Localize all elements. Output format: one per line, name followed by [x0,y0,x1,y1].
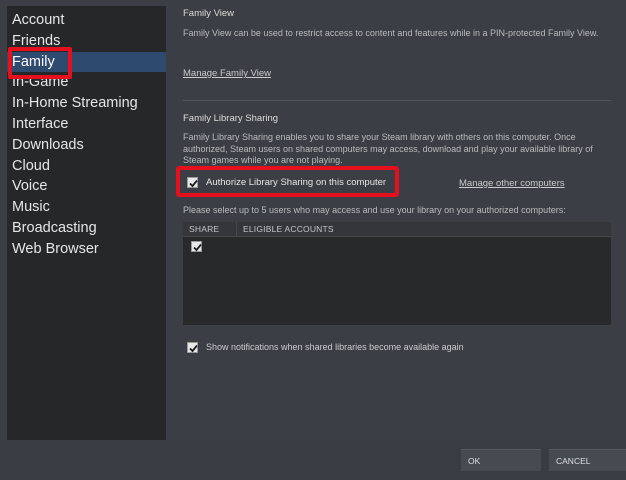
sidebar-item-label: Interface [12,115,69,132]
notifications-label[interactable]: Show notifications when shared libraries… [206,342,464,352]
column-header-eligible-accounts[interactable]: ELIGIBLE ACCOUNTS [243,224,334,234]
sidebar-item-friends[interactable]: Friends [7,31,166,52]
sidebar-item-cloud[interactable]: Cloud [7,156,166,177]
sidebar-item-label: Music [12,199,50,216]
share-checkbox[interactable] [191,241,202,252]
sidebar-item-family[interactable]: Family [7,51,166,73]
sidebar-item-label: Web Browser [12,240,99,257]
manage-other-computers-link[interactable]: Manage other computers [459,178,565,189]
table-header: SHARE ELIGIBLE ACCOUNTS [183,222,611,237]
sidebar-item-in-home-streaming[interactable]: In-Home Streaming [7,93,166,114]
checkmark-icon [189,344,198,353]
sidebar-item-label: Cloud [12,157,50,174]
family-view-title: Family View [183,8,235,19]
sidebar-item-label: Downloads [12,136,84,153]
notifications-checkbox[interactable] [187,342,198,353]
dialog-button-bar: OK CANCEL [0,440,626,480]
sidebar-item-label: In-Game [12,74,69,91]
checkmark-icon [189,179,198,188]
eligible-accounts-table: SHARE ELIGIBLE ACCOUNTS [183,222,611,325]
sidebar-item-interface[interactable]: Interface [7,114,166,135]
sidebar-item-label: In-Home Streaming [12,95,138,112]
library-sharing-title: Family Library Sharing [183,113,279,124]
column-separator [236,222,237,237]
cancel-button[interactable]: CANCEL [549,449,626,471]
sidebar-item-label: Broadcasting [12,219,97,236]
sidebar-item-account[interactable]: Account [7,10,166,31]
sidebar-item-label: Voice [12,178,48,195]
steam-settings-window: Account Friends Family In-Game In-Home S… [0,0,626,480]
sidebar-item-downloads[interactable]: Downloads [7,135,166,156]
select-users-prompt: Please select up to 5 users who may acce… [183,205,566,215]
authorize-sharing-checkbox[interactable] [187,177,198,188]
table-row [183,238,611,252]
library-sharing-description: Family Library Sharing enables you to sh… [183,132,593,165]
sidebar-item-label: Friends [12,32,61,49]
sidebar-item-web-browser[interactable]: Web Browser [7,239,166,260]
section-divider [183,100,611,101]
sidebar-item-voice[interactable]: Voice [7,176,166,197]
settings-sidebar: Account Friends Family In-Game In-Home S… [7,6,166,440]
manage-family-view-link[interactable]: Manage Family View [183,68,271,79]
family-settings-panel: Family View Family View can be used to r… [166,0,626,440]
sidebar-item-label: Account [12,12,65,28]
sidebar-item-label: Family [12,53,55,70]
ok-button[interactable]: OK [461,449,541,471]
sidebar-item-in-game[interactable]: In-Game [7,72,166,93]
checkmark-icon [193,243,202,252]
sidebar-list: Account Friends Family In-Game In-Home S… [7,10,166,260]
authorize-sharing-label[interactable]: Authorize Library Sharing on this comput… [206,177,386,188]
family-view-description: Family View can be used to restrict acce… [183,28,599,38]
sidebar-item-music[interactable]: Music [7,197,166,218]
sidebar-item-broadcasting[interactable]: Broadcasting [7,218,166,239]
column-header-share[interactable]: SHARE [189,224,219,234]
